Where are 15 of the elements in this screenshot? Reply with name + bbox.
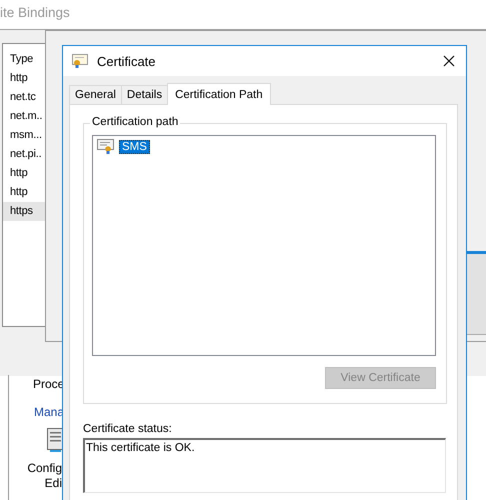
dialog-title: Certificate	[97, 54, 156, 68]
tree-item[interactable]: SMS	[119, 140, 150, 154]
status-text-box: This certificate is OK.	[83, 438, 446, 493]
window-title: ite Bindings	[0, 5, 70, 20]
tab[interactable]: Certification Path	[167, 83, 271, 105]
certificate-icon	[72, 54, 88, 68]
close-icon[interactable]	[443, 55, 455, 67]
document-icon[interactable]	[47, 428, 64, 453]
group-label: Certification path	[90, 116, 180, 128]
column-header: Type	[9, 52, 34, 67]
certificate-icon	[97, 139, 117, 154]
tab[interactable]: General	[69, 85, 122, 104]
feature-label[interactable]: Config Edi	[25, 461, 62, 491]
certification-path-tree[interactable]: SMS	[92, 135, 436, 356]
status-label: Certificate status:	[83, 423, 173, 435]
